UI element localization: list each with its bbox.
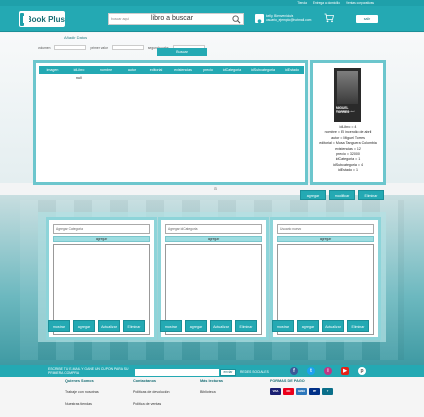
footer-col-reading: Más lecturas Biblioteca: [200, 379, 223, 394]
cover-photo: [337, 71, 358, 104]
filter-label-2: primer valor: [90, 45, 108, 50]
col-existencias[interactable]: existencias: [168, 66, 198, 74]
subcategory-add2-button[interactable]: agregar: [185, 320, 207, 332]
detail-idestado: idEstado = 1: [337, 168, 359, 173]
category-input[interactable]: Agregar Categoria: [53, 224, 150, 234]
logo[interactable]: Book Plus: [19, 11, 65, 27]
amex-icon: AMEX: [296, 388, 307, 395]
footer-link-returns[interactable]: Politicas de devolución: [133, 390, 170, 394]
data-table: imagen idLibro nombre autor editorial ex…: [33, 60, 308, 185]
footer-link-sales[interactable]: Politica de ventas: [133, 402, 170, 406]
col-idlibro[interactable]: idLibro: [66, 66, 92, 74]
user-email: usuario_ejemplo@hotmail.com: [266, 18, 312, 22]
delete-book-button[interactable]: Eliminar: [358, 190, 384, 200]
payment-cards: VISA MC AMEX PP ?: [270, 388, 333, 395]
col-idcategoria[interactable]: idCategoria: [218, 66, 246, 74]
newsletter-email-input[interactable]: [135, 369, 219, 376]
newsletter-send-button[interactable]: enviar: [220, 369, 236, 376]
filter-input-1[interactable]: [54, 45, 87, 50]
user-input-placeholder: Usuario nuevo: [280, 227, 302, 231]
col-nombre[interactable]: nombre: [92, 66, 120, 74]
instagram-icon[interactable]: i: [324, 367, 332, 375]
book-cover-image: MIGUEL TORRES El incendio de abril: [334, 68, 361, 122]
user-delete-button[interactable]: Eliminar: [347, 320, 369, 332]
user-input[interactable]: Usuario nuevo: [277, 224, 374, 234]
filter-label-1: volumen: [38, 45, 51, 50]
footer-col-contact: Contactanos Politicas de devolución Poli…: [133, 379, 170, 406]
table-cell: null: [76, 76, 82, 80]
search-placeholder: buscar aqui: [111, 17, 130, 21]
visa-icon: VISA: [270, 388, 281, 395]
footer-heading-about: Quienes Somos: [65, 379, 94, 383]
user-add-button[interactable]: agregar: [277, 236, 374, 242]
col-autor[interactable]: autor: [120, 66, 144, 74]
mastercard-icon: MC: [283, 388, 294, 395]
footer-link-library[interactable]: Biblioteca: [200, 390, 223, 394]
subcategory-update-button[interactable]: Actualizar: [210, 320, 232, 332]
footer-col-about: Quienes Somos Trabaje con nosotras Nuest…: [65, 379, 99, 406]
twitter-icon[interactable]: t: [307, 367, 315, 375]
cover-subtitle: El incendio de abril: [336, 111, 355, 113]
category-buttons: mostrar agregar Actualizar Eliminar: [48, 320, 145, 332]
decorative-letter: a: [214, 186, 217, 192]
col-precio[interactable]: precio: [198, 66, 218, 74]
book-details: idLibro = 4 nombre = El incendio de abri…: [313, 125, 383, 174]
paypal-icon: PP: [309, 388, 320, 395]
category-input-placeholder: Agregar Categoria: [56, 227, 83, 231]
category-add-button[interactable]: agregar: [53, 236, 150, 242]
youtube-icon[interactable]: ▶: [341, 367, 349, 375]
modify-book-button[interactable]: modificar: [329, 190, 355, 200]
filter-input-2[interactable]: [111, 45, 144, 50]
detail-editorial: editorial = Musa Tanguera Colombia: [319, 141, 377, 146]
col-imagen[interactable]: imagen: [39, 66, 66, 74]
payments-heading: FORMAS DE PAGO: [270, 379, 305, 383]
category-add2-button[interactable]: agregar: [73, 320, 95, 332]
search-filter-button[interactable]: Buscar: [157, 48, 207, 56]
category-update-button[interactable]: Actualizar: [98, 320, 120, 332]
social-icons: f t i ▶ p: [290, 367, 366, 375]
subcategory-input[interactable]: Agregar idCategoria: [165, 224, 262, 234]
social-label: REDES SOCIALES: [240, 370, 269, 374]
subcategory-add-button[interactable]: agregar: [165, 236, 262, 242]
category-delete-button[interactable]: Eliminar: [123, 320, 145, 332]
table-header: imagen idLibro nombre autor editorial ex…: [39, 66, 304, 74]
add-book-button[interactable]: agregar: [300, 190, 326, 200]
facebook-icon[interactable]: f: [290, 367, 298, 375]
payment-icon: ?: [322, 388, 333, 395]
subcategory-input-placeholder: Agregar idCategoria: [168, 227, 198, 231]
avatar[interactable]: [255, 14, 264, 27]
category-show-button[interactable]: mostrar: [48, 320, 70, 332]
subcategory-show-button[interactable]: mostrar: [160, 320, 182, 332]
book-detail-panel: MIGUEL TORRES El incendio de abril idLib…: [310, 60, 386, 185]
subcategory-buttons: mostrar agregar Actualizar Eliminar: [160, 320, 257, 332]
footer-link-work[interactable]: Trabaje con nosotras: [65, 390, 99, 394]
user-info: kelly, Bienvenido/a usuario_ejemplo@hotm…: [266, 14, 311, 22]
pinterest-icon[interactable]: p: [358, 367, 366, 375]
col-idsubcategoria[interactable]: idSubcategoria: [246, 66, 280, 74]
col-idestado[interactable]: idEstado: [280, 66, 304, 74]
footer-heading-contact: Contactanos: [133, 379, 156, 383]
subcategory-delete-button[interactable]: Eliminar: [235, 320, 257, 332]
search-input[interactable]: buscar aqui libro a buscar: [108, 13, 244, 25]
exit-button[interactable]: salir: [356, 15, 378, 23]
newsletter-text: ESCRIBE TU E-MAIL Y GANE UN CUPON PARA S…: [48, 367, 129, 375]
search-icon[interactable]: [232, 15, 241, 24]
cart-icon[interactable]: [324, 13, 334, 23]
page-title: Añadir Datos: [64, 35, 88, 40]
logo-icon: [20, 12, 29, 26]
user-add2-button[interactable]: agregar: [297, 320, 319, 332]
logo-text: Book Plus: [25, 14, 65, 24]
footer-heading-reading: Más lecturas: [200, 379, 224, 383]
search-value: libro a buscar: [151, 15, 194, 22]
col-editorial[interactable]: editorial: [144, 66, 168, 74]
user-update-button[interactable]: Actualizar: [322, 320, 344, 332]
user-show-button[interactable]: mostrar: [272, 320, 294, 332]
footer-payments: FORMAS DE PAGO VISA MC AMEX PP ?: [270, 379, 333, 395]
user-buttons: mostrar agregar Actualizar Eliminar: [272, 320, 369, 332]
user-icon: [256, 19, 263, 27]
footer-link-stores[interactable]: Nuestras tiendas: [65, 402, 99, 406]
